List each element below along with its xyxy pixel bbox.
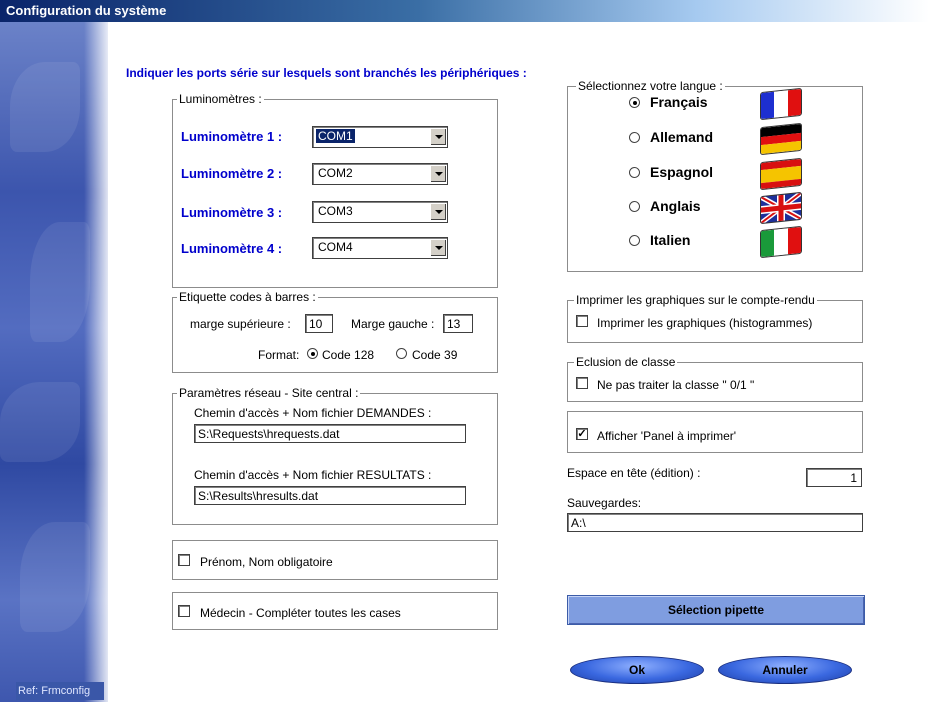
italien-radio[interactable] <box>629 235 640 246</box>
prenom-nom-checkbox[interactable] <box>178 554 190 566</box>
demandes-label: Chemin d'accès + Nom fichier DEMANDES : <box>194 406 432 420</box>
language-group <box>567 86 863 272</box>
luminometre-1-select[interactable]: COM1 <box>312 126 448 148</box>
spain-flag-icon <box>760 157 802 191</box>
sauvegardes-label: Sauvegardes: <box>567 496 642 510</box>
chevron-down-icon[interactable] <box>430 165 446 182</box>
exclusion-legend: Eclusion de classe <box>574 355 678 369</box>
barcode-legend: Etiquette codes à barres : <box>177 290 318 304</box>
medecin-checkbox[interactable] <box>178 605 190 617</box>
demandes-path-input[interactable]: S:\Requests\hrequests.dat <box>194 424 466 443</box>
espace-input[interactable]: 1 <box>806 468 862 487</box>
print-graphs-checkbox[interactable] <box>576 315 588 327</box>
germany-flag-icon <box>760 122 802 156</box>
marge-superieure-label: marge supérieure : <box>190 317 291 331</box>
espagnol-label[interactable]: Espagnol <box>650 164 713 180</box>
medecin-label[interactable]: Médecin - Compléter toutes les cases <box>200 606 401 620</box>
chevron-down-icon[interactable] <box>430 128 446 145</box>
selection-pipette-button[interactable]: Sélection pipette <box>567 595 865 625</box>
code39-label[interactable]: Code 39 <box>412 348 457 362</box>
code128-radio[interactable] <box>307 348 318 359</box>
print-graphs-label[interactable]: Imprimer les graphiques (histogrammes) <box>597 316 812 330</box>
prenom-nom-label[interactable]: Prénom, Nom obligatoire <box>200 555 333 569</box>
ok-button[interactable]: Ok <box>570 656 704 684</box>
francais-label[interactable]: Français <box>650 94 708 110</box>
luminometre-3-label: Luminomètre 3 : <box>181 205 283 220</box>
espace-label: Espace en tête (édition) : <box>567 466 701 480</box>
resultats-label: Chemin d'accès + Nom fichier RESULTATS : <box>194 468 432 482</box>
annuler-button[interactable]: Annuler <box>718 656 852 684</box>
uk-flag-icon <box>760 191 802 225</box>
luminometre-2-select[interactable]: COM2 <box>312 163 448 185</box>
network-legend: Paramètres réseau - Site central : <box>177 386 361 400</box>
sidebar-decoration <box>0 22 108 702</box>
exclusion-checkbox[interactable] <box>576 377 588 389</box>
anglais-radio[interactable] <box>629 201 640 212</box>
title-bar: Configuration du système <box>0 0 929 22</box>
luminometre-4-select[interactable]: COM4 <box>312 237 448 259</box>
sauvegardes-input[interactable]: A:\ <box>567 513 863 532</box>
code39-radio[interactable] <box>396 348 407 359</box>
language-legend: Sélectionnez votre langue : <box>576 79 725 93</box>
format-label: Format: <box>258 348 300 362</box>
chevron-down-icon[interactable] <box>430 203 446 220</box>
panel-checkbox[interactable]: ✓ <box>576 428 588 440</box>
marge-superieure-input[interactable]: 10 <box>305 314 333 333</box>
marge-gauche-label: Marge gauche : <box>351 317 435 331</box>
allemand-label[interactable]: Allemand <box>650 129 713 145</box>
luminometre-4-label: Luminomètre 4 : <box>181 241 283 256</box>
allemand-radio[interactable] <box>629 132 640 143</box>
page-heading: Indiquer les ports série sur lesquels so… <box>126 66 527 80</box>
resultats-path-input[interactable]: S:\Results\hresults.dat <box>194 486 466 505</box>
form-ref-label: Ref: Frmconfig <box>16 682 104 700</box>
chevron-down-icon[interactable] <box>430 239 446 256</box>
window-title: Configuration du système <box>6 3 167 18</box>
espagnol-radio[interactable] <box>629 167 640 178</box>
code128-label[interactable]: Code 128 <box>322 348 374 362</box>
marge-gauche-input[interactable]: 13 <box>443 314 473 333</box>
exclusion-label[interactable]: Ne pas traiter la classe " 0/1 " <box>597 378 754 392</box>
luminometre-3-select[interactable]: COM3 <box>312 201 448 223</box>
panel-label[interactable]: Afficher 'Panel à imprimer' <box>597 429 736 443</box>
italien-label[interactable]: Italien <box>650 232 690 248</box>
italy-flag-icon <box>760 225 802 259</box>
luminometre-1-label: Luminomètre 1 : <box>181 129 283 144</box>
francais-radio[interactable] <box>629 97 640 108</box>
luminometre-2-label: Luminomètre 2 : <box>181 166 283 181</box>
luminometres-legend: Luminomètres : <box>177 92 264 106</box>
france-flag-icon <box>760 87 802 121</box>
anglais-label[interactable]: Anglais <box>650 198 701 214</box>
print-graphs-legend: Imprimer les graphiques sur le compte-re… <box>574 293 817 307</box>
